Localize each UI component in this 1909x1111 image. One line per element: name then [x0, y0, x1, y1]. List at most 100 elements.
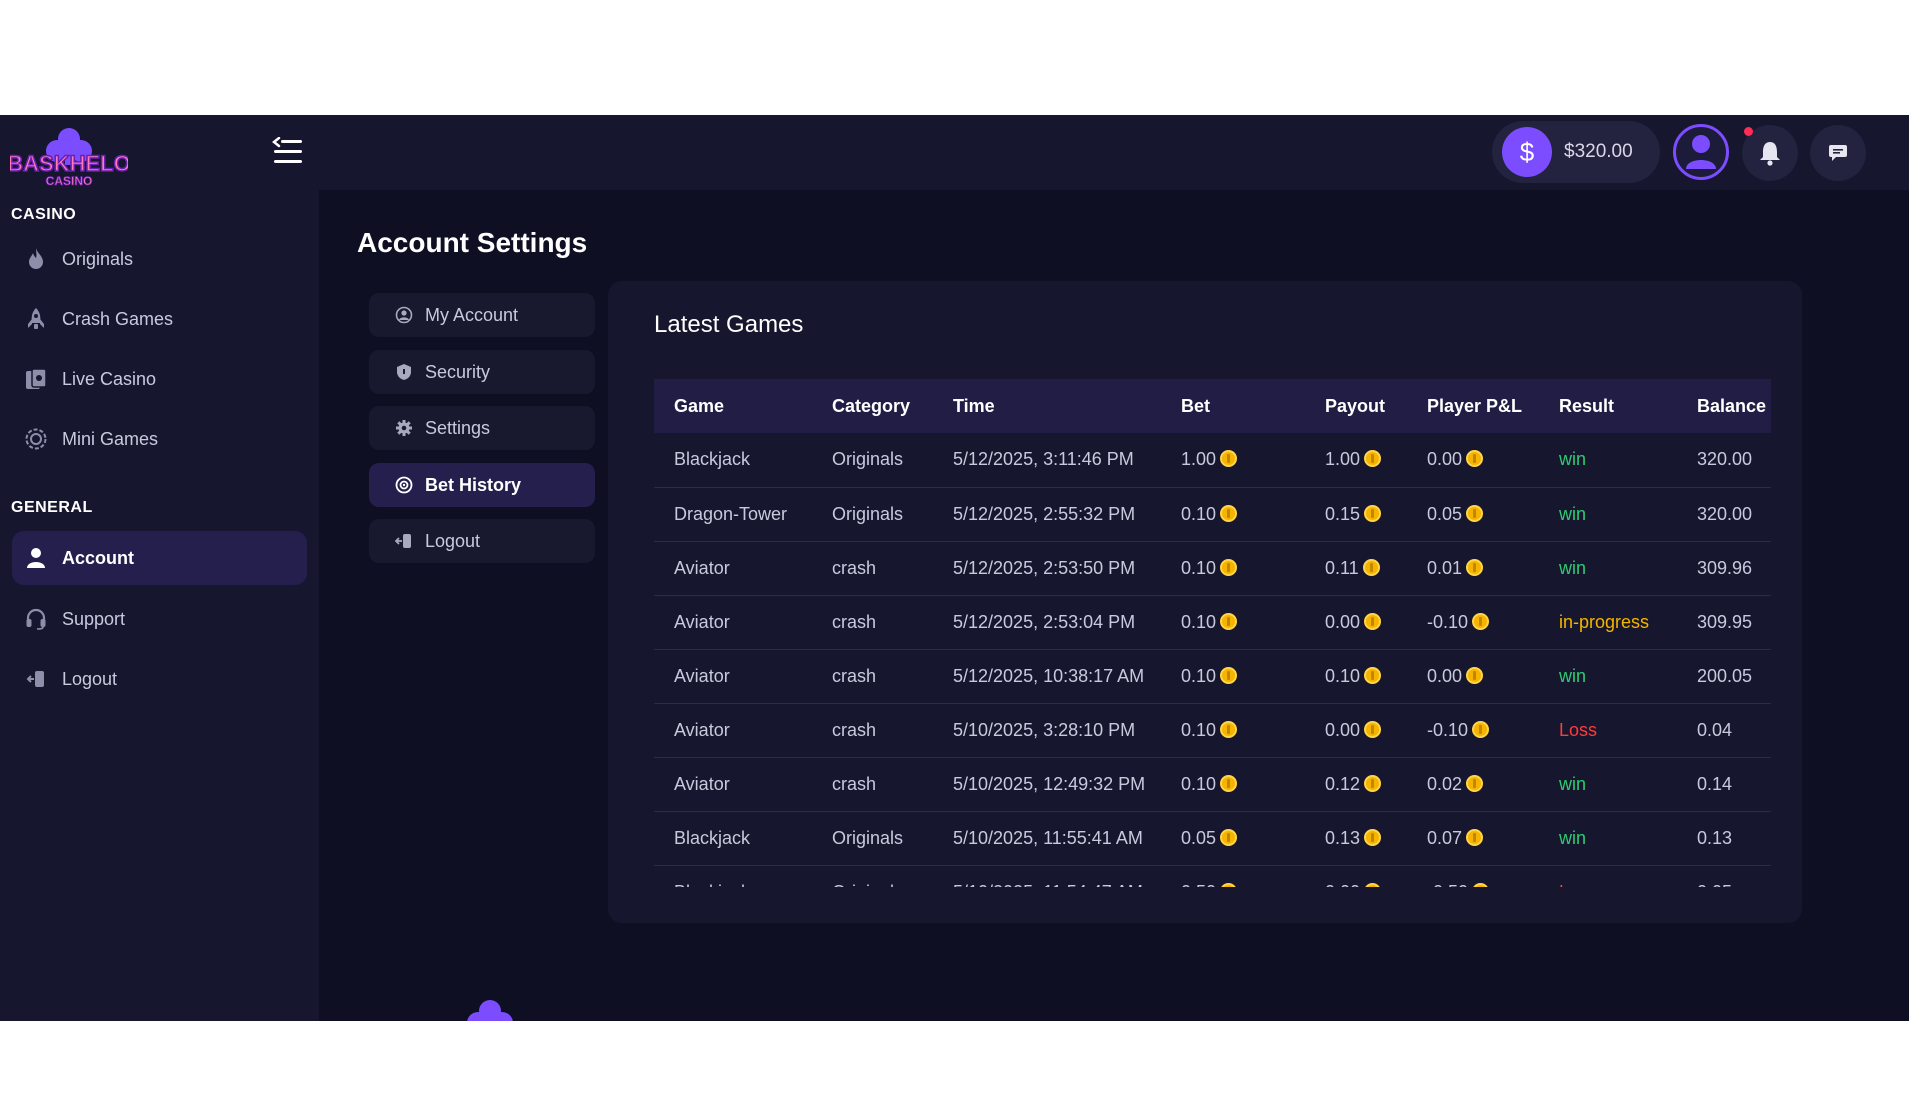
game-cell-text: Blackjack: [674, 827, 751, 848]
time-cell: 5/12/2025, 2:55:32 PM: [933, 487, 1161, 542]
bet-cell: 1.00: [1161, 433, 1305, 488]
tab-my-account[interactable]: My Account: [369, 293, 595, 337]
time-cell: 5/12/2025, 3:11:46 PM: [933, 433, 1161, 488]
category-cell-text: crash: [832, 665, 877, 686]
time-cell-text: 5/10/2025, 11:54:47 AM: [953, 882, 1143, 888]
avatar[interactable]: [1673, 124, 1729, 180]
club-logo-icon: BASKHELO CASINO: [7, 128, 131, 188]
coin-icon: [1466, 774, 1484, 792]
table-row: Aviator crash 5/10/2025, 3:28:10 PM 0.10 0.0…: [654, 703, 1771, 758]
bet-cell-text: 0.10: [1181, 665, 1217, 686]
payout-cell-text: 1.00: [1325, 449, 1361, 470]
column-header: Game: [674, 395, 725, 416]
bet-cell-text: 0.10: [1181, 611, 1217, 632]
pnl-cell-text: 0.05: [1427, 503, 1463, 524]
gear-icon: [395, 419, 413, 437]
column-header: Bet: [1181, 395, 1211, 416]
menu-collapse-icon: [272, 137, 302, 163]
coin-icon: [1466, 558, 1484, 576]
game-cell-text: Blackjack: [674, 449, 751, 470]
sidebar-item-support[interactable]: Support: [12, 592, 307, 646]
sidebar-item-crash-games[interactable]: Crash Games: [12, 292, 307, 346]
pnl-cell: 0.01: [1407, 541, 1539, 596]
coin-icon: [1220, 882, 1238, 887]
pnl-cell: -0.10: [1407, 703, 1539, 758]
sidebar-item-label: Originals: [62, 248, 134, 269]
user-avatar-icon: [1686, 135, 1716, 169]
bell-icon: [1760, 142, 1780, 166]
sidebar-item-mini-games[interactable]: Mini Games: [12, 412, 307, 466]
coin-icon: [1466, 666, 1484, 684]
balance-cell-text: 320.00: [1697, 449, 1753, 470]
general-section-title: GENERAL: [11, 499, 93, 516]
balance-cell: 0.13: [1677, 811, 1771, 866]
bet-cell: 0.50: [1161, 865, 1305, 887]
time-cell-text: 5/12/2025, 2:55:32 PM: [953, 503, 1136, 524]
balance-cell: 309.96: [1677, 541, 1771, 596]
game-cell: Aviator: [654, 703, 812, 758]
category-cell-text: crash: [832, 719, 877, 740]
coin-icon: [1364, 612, 1382, 630]
bet-cell-text: 0.10: [1181, 773, 1217, 794]
sidebar-item-label: Logout: [62, 668, 118, 689]
table-row: Blackjack Originals 5/12/2025, 3:11:46 PM 1…: [654, 433, 1771, 488]
balance-button[interactable]: $ $320.00: [1492, 121, 1660, 183]
coin-icon: [1364, 774, 1382, 792]
balance-cell-text: 0.04: [1697, 719, 1733, 740]
category-cell: crash: [812, 649, 933, 704]
result-cell-text: win: [1559, 449, 1587, 470]
chat-button[interactable]: [1810, 125, 1866, 181]
table-header-row: Game Category Time Bet Payout Player P&L…: [654, 379, 1771, 433]
tab-security[interactable]: Security: [369, 350, 595, 394]
payout-cell: 0.00: [1305, 595, 1407, 650]
payout-cell: 0.13: [1305, 811, 1407, 866]
sidebar-item-logout[interactable]: Logout: [12, 652, 307, 706]
tab-settings[interactable]: Settings: [369, 406, 595, 450]
bet-cell: 0.10: [1161, 703, 1305, 758]
game-cell-text: Aviator: [674, 719, 730, 740]
svg-text:CASINO: CASINO: [46, 174, 93, 187]
result-cell: win: [1539, 649, 1677, 704]
coin-icon: [1220, 720, 1238, 738]
tab-logout[interactable]: Logout: [369, 519, 595, 563]
coin-icon: [1466, 450, 1484, 468]
payout-cell: 0.11: [1305, 541, 1407, 596]
payout-cell-text: 0.15: [1325, 503, 1361, 524]
category-cell-text: Originals: [832, 827, 904, 848]
bet-cell-text: 0.10: [1181, 719, 1217, 740]
game-cell: Aviator: [654, 757, 812, 812]
casino-logo[interactable]: BASKHELO CASINO: [7, 125, 131, 188]
game-cell-text: Aviator: [674, 773, 730, 794]
pnl-cell-text: 0.00: [1427, 449, 1463, 470]
balance-cell: 0.05: [1677, 865, 1771, 887]
balance-cell: 0.04: [1677, 703, 1771, 758]
balance-cell: 0.14: [1677, 757, 1771, 812]
table-body: Blackjack Originals 5/12/2025, 3:11:46 PM 1…: [654, 433, 1771, 887]
coin-icon: [1364, 882, 1382, 887]
bet-history-table-wrapper[interactable]: Game Category Time Bet Payout Player P&L…: [654, 379, 1771, 887]
latest-games-card: Latest Games Game Category Time Bet Payo…: [608, 281, 1802, 923]
sidebar-item-account[interactable]: Account: [12, 531, 307, 585]
balance-amount: $320.00: [1564, 141, 1633, 162]
pnl-cell: -0.10: [1407, 595, 1539, 650]
pnl-cell-text: 0.01: [1427, 557, 1463, 578]
tab-label: Security: [425, 361, 491, 382]
time-cell: 5/10/2025, 3:28:10 PM: [933, 703, 1161, 758]
sidebar-item-live-casino[interactable]: Live Casino: [12, 352, 307, 406]
tab-bet-history[interactable]: Bet History: [369, 463, 595, 507]
pnl-cell-text: 0.07: [1427, 827, 1463, 848]
balance-cell-text: 200.05: [1697, 665, 1753, 686]
category-cell: Originals: [812, 865, 933, 887]
bet-cell: 0.10: [1161, 649, 1305, 704]
latest-games-title: Latest Games: [654, 311, 804, 338]
game-cell-text: Aviator: [674, 611, 730, 632]
chip-icon: [24, 427, 48, 451]
payout-cell: 0.10: [1305, 649, 1407, 704]
result-cell-text: win: [1559, 773, 1587, 794]
menu-toggle-button[interactable]: [268, 135, 308, 169]
page-title: Account Settings: [357, 227, 588, 258]
coin-icon: [1364, 720, 1382, 738]
balance-cell-text: 309.96: [1697, 557, 1753, 578]
sidebar-item-originals[interactable]: Originals: [12, 232, 307, 286]
table-row: Aviator crash 5/12/2025, 2:53:04 PM 0.10 0.0…: [654, 595, 1771, 650]
